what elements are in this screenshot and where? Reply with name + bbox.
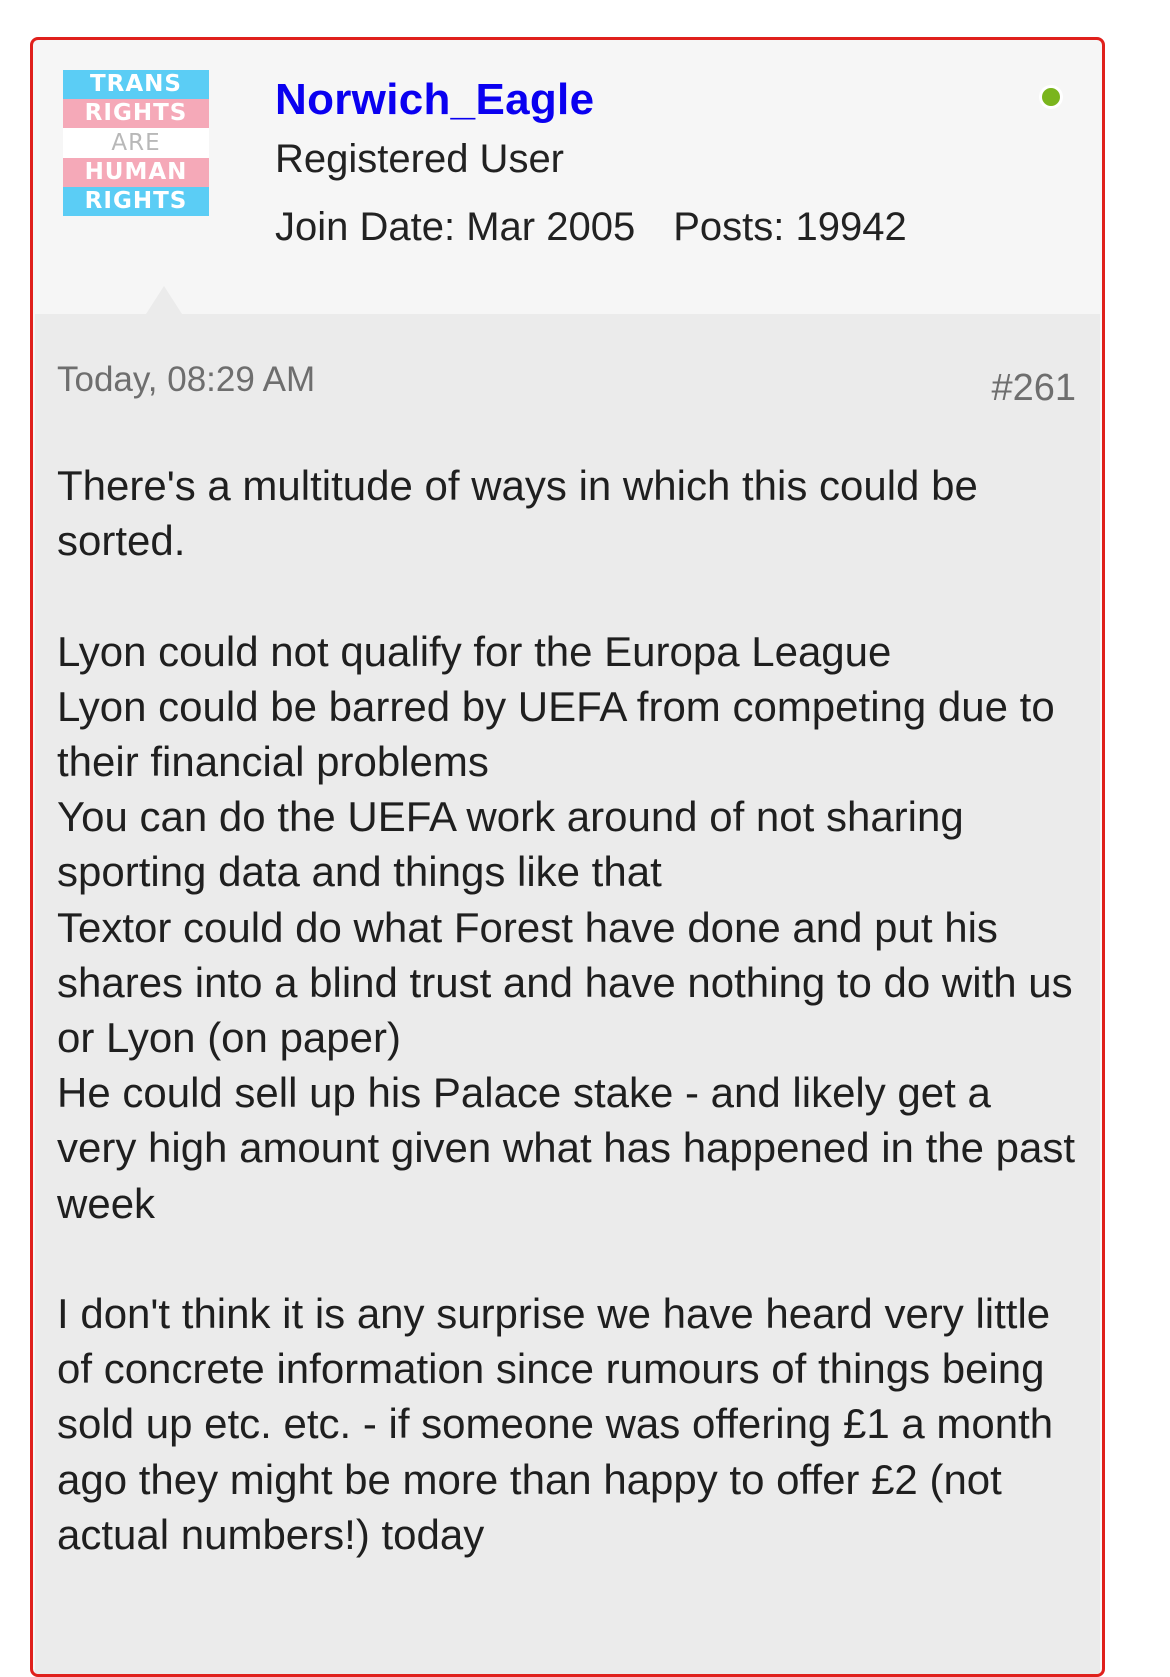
message-line: You can do the UEFA work around of not s… bbox=[57, 793, 976, 896]
post-number-link[interactable]: #261 bbox=[991, 366, 1076, 410]
message-paragraph: There's a multitude of ways in which thi… bbox=[57, 462, 990, 565]
join-date: Join Date: Mar 2005 bbox=[275, 205, 636, 249]
user-meta: Join Date: Mar 2005 Posts: 19942 bbox=[275, 200, 907, 254]
avatar-line: HUMAN bbox=[63, 157, 209, 187]
user-info: Norwich_Eagle Registered User Join Date:… bbox=[275, 70, 907, 254]
avatar-line: RIGHTS bbox=[63, 99, 209, 129]
post-message: There's a multitude of ways in which thi… bbox=[57, 458, 1077, 1562]
avatar-line: TRANS bbox=[63, 70, 209, 100]
message-paragraph: I don't think it is any surprise we have… bbox=[57, 1290, 1065, 1558]
message-line: Textor could do what Forest have done an… bbox=[57, 903, 1073, 1062]
message-line: He could sell up his Palace stake - and … bbox=[57, 1069, 1076, 1227]
message-line: Lyon could be barred by UEFA from compet… bbox=[57, 682, 1067, 785]
avatar-line: ARE bbox=[63, 128, 209, 158]
avatar-line: RIGHTS bbox=[63, 186, 209, 217]
speech-pointer bbox=[146, 286, 182, 314]
forum-post: TRANS RIGHTS ARE HUMAN RIGHTS Norwich_Ea… bbox=[30, 37, 1105, 1677]
username-link[interactable]: Norwich_Eagle bbox=[275, 70, 907, 130]
online-status-icon bbox=[1039, 85, 1063, 109]
user-title: Registered User bbox=[275, 137, 565, 181]
user-avatar[interactable]: TRANS RIGHTS ARE HUMAN RIGHTS bbox=[63, 70, 209, 217]
message-line: Lyon could not qualify for the Europa Le… bbox=[57, 627, 892, 675]
post-timestamp: Today, 08:29 AM bbox=[57, 360, 316, 399]
post-count: Posts: 19942 bbox=[673, 205, 907, 249]
